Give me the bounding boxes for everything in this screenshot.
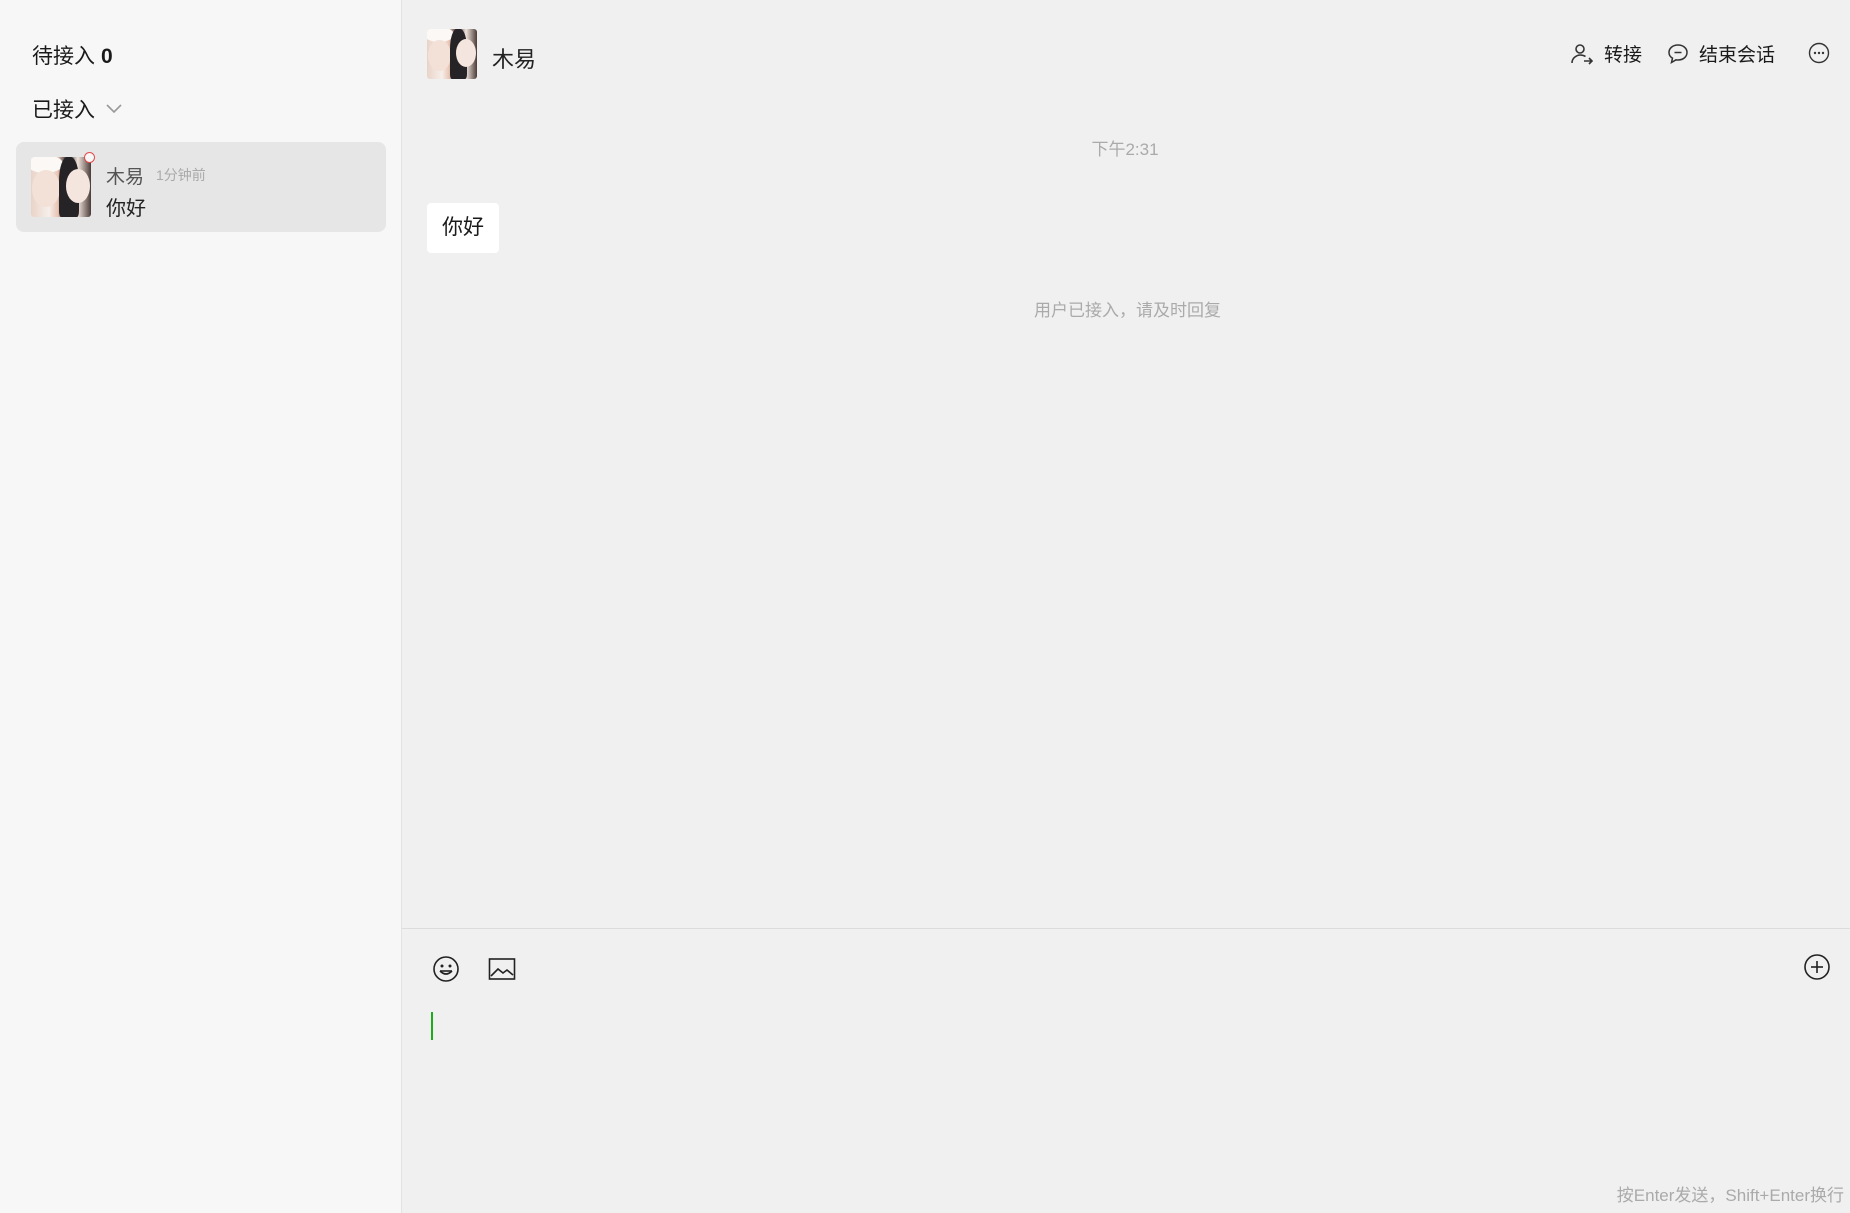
end-session-label: 结束会话 bbox=[1699, 45, 1776, 66]
user-transfer-icon bbox=[1571, 43, 1594, 65]
pending-section[interactable]: 待接入 0 bbox=[32, 40, 113, 70]
image-icon[interactable] bbox=[488, 957, 516, 981]
conversation-time: 1分钟前 bbox=[156, 167, 206, 183]
conversation-name: 木易 bbox=[106, 167, 145, 188]
chat-bubble-icon bbox=[1668, 43, 1688, 64]
send-hint: 按Enter发送，Shift+Enter换行 bbox=[1616, 1186, 1844, 1205]
conversation-sidebar: 待接入 0 已接入 木易 1分钟前 你好 bbox=[0, 0, 402, 1213]
emoji-icon[interactable] bbox=[432, 955, 460, 983]
incoming-message-bubble: 你好 bbox=[427, 203, 499, 253]
conversation-item[interactable]: 木易 1分钟前 你好 bbox=[16, 142, 386, 232]
transfer-label: 转接 bbox=[1604, 45, 1643, 66]
message-timestamp: 下午2:31 bbox=[1091, 140, 1159, 159]
unread-dot bbox=[84, 152, 95, 163]
transfer-button[interactable]: 转接 bbox=[1570, 40, 1642, 67]
message-composer: 按Enter发送，Shift+Enter换行 bbox=[402, 928, 1850, 1213]
message-input[interactable] bbox=[431, 1012, 433, 1040]
chevron-down-icon bbox=[106, 104, 122, 114]
pending-count: 0 bbox=[101, 45, 113, 68]
chat-header: 木易 转接 结束会话 bbox=[402, 0, 1850, 100]
joined-section-toggle[interactable]: 已接入 bbox=[32, 94, 123, 124]
avatar bbox=[31, 157, 91, 217]
conversation-preview: 你好 bbox=[106, 198, 146, 220]
plus-circle-icon[interactable] bbox=[1803, 953, 1831, 981]
end-session-button[interactable]: 结束会话 bbox=[1667, 40, 1775, 67]
pending-label: 待接入 bbox=[32, 45, 95, 68]
contact-avatar[interactable] bbox=[427, 29, 477, 79]
more-icon[interactable] bbox=[1808, 42, 1830, 64]
joined-label: 已接入 bbox=[32, 99, 95, 122]
system-notice: 用户已接入，请及时回复 bbox=[1034, 301, 1221, 320]
contact-name: 木易 bbox=[492, 47, 537, 72]
